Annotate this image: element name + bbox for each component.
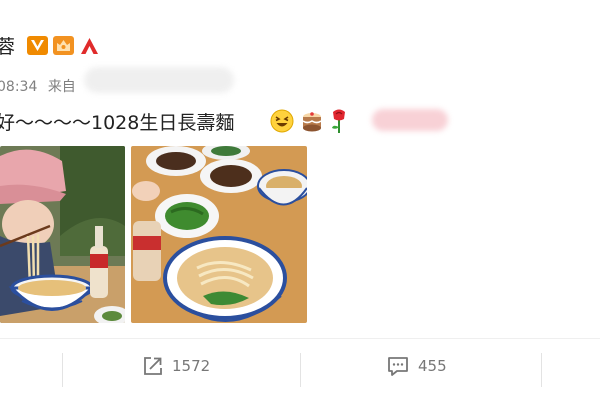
grinning-squint-emoji bbox=[270, 109, 294, 133]
share-button[interactable]: 1572 bbox=[142, 355, 210, 377]
action-separator bbox=[62, 353, 63, 387]
post-time[interactable]: 08:34 bbox=[0, 79, 37, 95]
share-icon bbox=[144, 357, 162, 375]
comment-icon bbox=[388, 357, 408, 376]
post-image-2[interactable] bbox=[131, 146, 307, 323]
noodle-eating-photo bbox=[0, 146, 125, 323]
cake-emoji bbox=[302, 112, 322, 132]
action-separator bbox=[541, 353, 542, 387]
source-label: 来自 bbox=[47, 79, 76, 95]
share-count: 1572 bbox=[172, 357, 211, 375]
blurred-tag bbox=[372, 109, 448, 131]
post-meta: 08:34 来自 bbox=[0, 76, 76, 96]
a-logo-icon bbox=[81, 38, 98, 54]
crown-hand-icon bbox=[53, 36, 74, 55]
post-image-1[interactable] bbox=[0, 146, 125, 323]
action-separator bbox=[300, 353, 301, 387]
verified-v-icon bbox=[27, 36, 48, 55]
noodle-table-photo bbox=[131, 146, 307, 323]
comment-count: 455 bbox=[418, 357, 447, 375]
author-badges bbox=[27, 36, 100, 55]
comment-button[interactable]: 455 bbox=[386, 355, 447, 377]
emoji-row bbox=[270, 108, 348, 134]
action-bar-divider bbox=[0, 338, 600, 339]
post-text: 好～～～～1028生日長壽麵 bbox=[0, 112, 235, 134]
blurred-source bbox=[84, 67, 234, 93]
author-name[interactable]: 蓉 bbox=[0, 32, 15, 59]
rose-emoji bbox=[332, 109, 345, 133]
